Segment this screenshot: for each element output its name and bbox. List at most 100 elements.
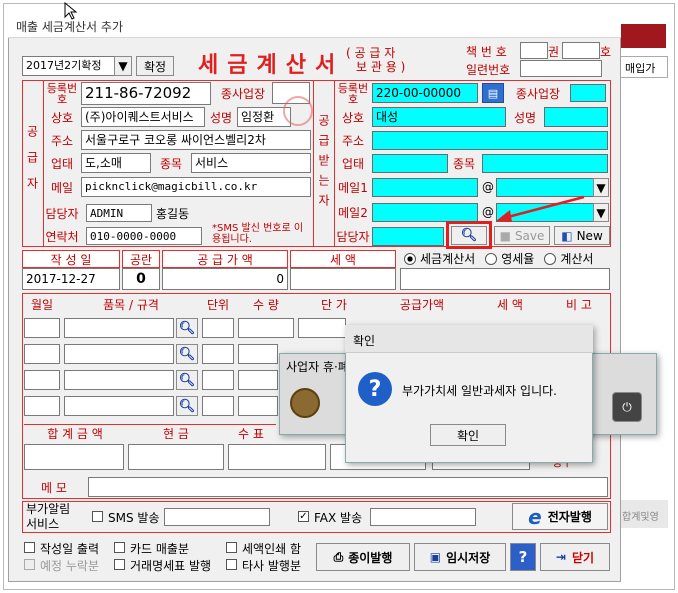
background-dialog-title: 사업자 휴·폐 (286, 360, 349, 374)
fax-number-input[interactable] (370, 508, 476, 526)
item-row2-date[interactable] (24, 344, 60, 364)
item-row1-unit[interactable] (202, 318, 234, 338)
mail2-domain-dropdown[interactable]: ▼ (593, 203, 609, 222)
sms-number-input[interactable] (164, 508, 270, 526)
item-row1-qty[interactable] (238, 318, 294, 338)
radio-zero-rate[interactable] (485, 252, 498, 265)
supplier-mail-label: 메일 (50, 180, 74, 195)
memo-label: 메 모 (41, 480, 67, 495)
background-label-2: 합계및영 (620, 500, 668, 528)
supplier-side-label: 공급자 (22, 80, 44, 247)
receiver-biz-type[interactable] (372, 154, 448, 173)
new-label: New (576, 228, 603, 243)
supplier-company[interactable]: (주)아이퀘스트서비스 (81, 107, 205, 127)
item-row1-search-button[interactable]: 🔍︎ (176, 318, 198, 338)
temp-save-label: 임시저장 (446, 550, 491, 565)
receiver-item[interactable] (482, 154, 608, 173)
item-row4-search-button[interactable]: 🔍︎ (176, 396, 198, 416)
item-row3-search-button[interactable]: 🔍︎ (176, 370, 198, 390)
e-issue-button[interactable]: e 전자발행 (512, 503, 608, 530)
card-sales-checkbox[interactable] (114, 542, 125, 553)
save-receiver-button[interactable]: ■ Save (494, 226, 550, 245)
receiver-company[interactable]: 대성 (372, 107, 506, 127)
receiver-mail2-user[interactable] (372, 203, 478, 222)
supplier-reg-no[interactable]: 211-86-72092 (81, 82, 211, 105)
help-button[interactable]: ? (510, 543, 536, 571)
new-receiver-button[interactable]: ◧ New (554, 226, 610, 245)
item-row3-date[interactable] (24, 370, 60, 390)
receiver-staff[interactable] (372, 227, 444, 246)
memo-input[interactable] (88, 477, 608, 497)
receiver-branch-input[interactable] (570, 84, 606, 102)
planned-missing-checkbox[interactable] (24, 559, 35, 570)
print-date-checkbox[interactable] (24, 542, 35, 553)
item-row4-unit[interactable] (202, 396, 234, 416)
supplier-item[interactable]: 서비스 (191, 153, 311, 173)
confirm-period-button[interactable]: 확정 (136, 56, 174, 76)
period-select[interactable]: 2017년2기확정 (22, 56, 116, 76)
supplier-address[interactable]: 서울구로구 코오롱 싸이언스벨리2차 (81, 130, 311, 150)
item-row3-name[interactable] (64, 370, 174, 390)
book-ho-label: 호 (600, 45, 612, 59)
save-icon: ■ (499, 228, 511, 243)
close-label: 닫기 (571, 550, 595, 565)
close-button[interactable]: ⇥ 닫기 (540, 543, 610, 571)
paper-issue-button[interactable]: ⎙ 종이발행 (316, 543, 410, 571)
dialog-ok-button[interactable]: 확인 (430, 424, 506, 446)
book-ho-input[interactable] (562, 42, 600, 59)
remark-summary-field[interactable] (400, 268, 610, 290)
supplier-reg-label: 등록번호 (46, 82, 78, 106)
print-tax-checkbox[interactable] (226, 542, 237, 553)
period-dropdown-button[interactable]: ▼ (114, 56, 132, 76)
radio-calc[interactable] (544, 252, 557, 265)
check-field[interactable] (228, 444, 326, 470)
supplier-company-label: 상호 (50, 110, 74, 125)
item-row4-date[interactable] (24, 396, 60, 416)
supplier-contact[interactable]: 010-0000-0000 (86, 227, 202, 245)
check-label: 수 표 (226, 424, 276, 442)
item-row3-unit[interactable] (202, 370, 234, 390)
receiver-branch-label: 종사업장 (515, 86, 561, 101)
item-row1-name[interactable] (64, 318, 174, 338)
supplier-biz-type[interactable]: 도,소매 (81, 153, 151, 173)
receiver-name[interactable] (544, 107, 608, 127)
col-tax: 세 액 (497, 297, 523, 312)
issue-date[interactable]: 2017-12-27 (22, 268, 120, 290)
item-row1-date[interactable] (24, 318, 60, 338)
other-issuer-label: 타사 발행분 (242, 559, 302, 573)
item-row2-search-button[interactable]: 🔍︎ (176, 344, 198, 364)
serial-number-input[interactable] (520, 60, 602, 77)
receiver-side-label: 공급받는자 (313, 80, 335, 247)
temp-save-button[interactable]: ▣ 임시저장 (414, 543, 506, 571)
receiver-mail1-user[interactable] (372, 178, 478, 197)
sms-send-checkbox[interactable] (92, 511, 103, 522)
item-row2-qty[interactable] (238, 344, 278, 364)
blank-label: 공란 (122, 250, 160, 268)
receiver-mail1-label: 메일1 (338, 180, 368, 195)
exit-icon: ⇥ (555, 550, 566, 564)
receiver-reg-label: 등록번호 (337, 82, 369, 106)
item-row4-qty[interactable] (238, 396, 278, 416)
item-row1-price[interactable] (298, 318, 346, 338)
item-row2-unit[interactable] (202, 344, 234, 364)
statement-issue-checkbox[interactable] (114, 559, 125, 570)
receiver-address[interactable] (372, 131, 608, 150)
supplier-name-label: 성명 (209, 110, 233, 125)
receiver-lookup-button[interactable]: ▤ (482, 83, 504, 103)
fax-send-checkbox[interactable]: ✓ (298, 511, 309, 522)
radio-tax-invoice[interactable] (404, 252, 416, 265)
receiver-reg-no[interactable]: 220-00-00000 (372, 83, 478, 103)
item-row2-name[interactable] (64, 344, 174, 364)
book-number-input[interactable] (520, 42, 548, 59)
mail1-domain-dropdown[interactable]: ▼ (593, 178, 609, 197)
item-row3-qty[interactable] (238, 370, 278, 390)
item-row4-name[interactable] (64, 396, 174, 416)
other-issuer-checkbox[interactable] (226, 559, 237, 570)
power-button[interactable]: ⏻ (612, 392, 642, 422)
receiver-search-button[interactable]: 🔍︎ (451, 226, 487, 245)
supplier-mail[interactable]: picknclick@magicbill.co.kr (81, 177, 311, 197)
cash-field[interactable] (128, 444, 224, 470)
sms-sender-note: *SMS 발신 번호로 이용됩니다. (212, 223, 304, 245)
supplier-staff-id[interactable]: ADMIN (86, 204, 152, 222)
supplier-addr-label: 주소 (50, 133, 74, 148)
